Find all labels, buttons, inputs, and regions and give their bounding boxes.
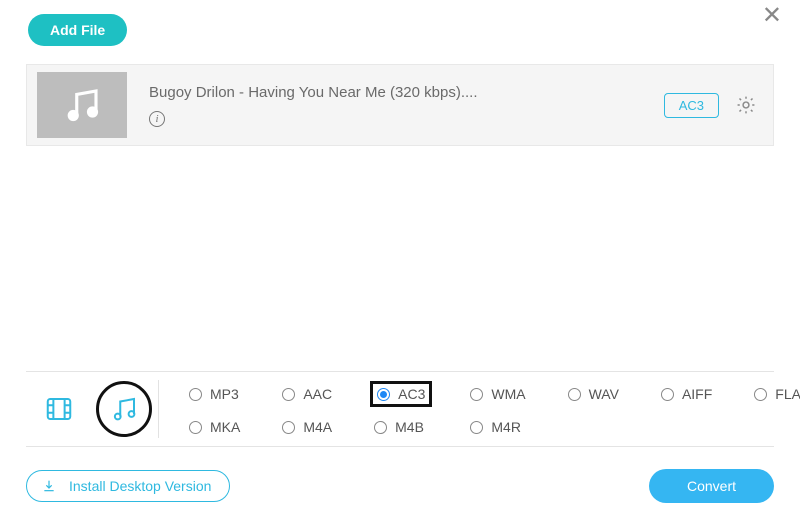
format-option-m4b[interactable]: M4B xyxy=(370,417,432,437)
file-thumbnail xyxy=(37,72,127,138)
format-label: AC3 xyxy=(398,386,425,402)
file-card: Bugoy Drilon - Having You Near Me (320 k… xyxy=(26,64,774,146)
install-desktop-button[interactable]: Install Desktop Version xyxy=(26,470,230,502)
format-option-aac[interactable]: AAC xyxy=(278,381,336,407)
mode-audio-icon[interactable] xyxy=(109,394,139,424)
format-label: AIFF xyxy=(682,386,712,402)
format-label: WAV xyxy=(589,386,619,402)
format-label: M4B xyxy=(395,419,424,435)
format-option-mka[interactable]: MKA xyxy=(185,417,244,437)
mode-video-icon[interactable] xyxy=(44,394,74,424)
format-label: M4A xyxy=(303,419,332,435)
info-icon[interactable]: i xyxy=(149,111,165,127)
music-icon xyxy=(61,84,103,126)
install-label: Install Desktop Version xyxy=(69,478,211,494)
close-icon[interactable]: ✕ xyxy=(762,4,782,28)
convert-button[interactable]: Convert xyxy=(649,469,774,503)
gear-icon[interactable] xyxy=(735,94,757,116)
format-label: MKA xyxy=(210,419,240,435)
format-label: FLAC xyxy=(775,386,800,402)
bottom-bar: Install Desktop Version Convert xyxy=(26,469,774,503)
file-format-badge[interactable]: AC3 xyxy=(664,93,719,118)
mode-audio-highlight xyxy=(96,381,152,437)
file-title: Bugoy Drilon - Having You Near Me (320 k… xyxy=(149,84,664,101)
format-option-wma[interactable]: WMA xyxy=(466,381,529,407)
format-option-aiff[interactable]: AIFF xyxy=(657,381,716,407)
format-label: AAC xyxy=(303,386,332,402)
format-option-m4r[interactable]: M4R xyxy=(466,417,529,437)
download-icon xyxy=(41,478,57,494)
file-actions: AC3 xyxy=(664,93,757,118)
format-grid: MP3 AAC AC3 WMA WAV AIFF FLAC MKA M4A M4… xyxy=(159,381,800,437)
format-label: WMA xyxy=(491,386,525,402)
format-option-wav[interactable]: WAV xyxy=(564,381,623,407)
format-label: M4R xyxy=(491,419,521,435)
format-bar: MP3 AAC AC3 WMA WAV AIFF FLAC MKA M4A M4… xyxy=(26,371,774,447)
format-option-ac3[interactable]: AC3 xyxy=(370,381,432,407)
format-option-mp3[interactable]: MP3 xyxy=(185,381,244,407)
format-option-flac[interactable]: FLAC xyxy=(750,381,800,407)
mode-tabs xyxy=(32,380,159,438)
file-meta: Bugoy Drilon - Having You Near Me (320 k… xyxy=(127,84,664,127)
format-label: MP3 xyxy=(210,386,239,402)
format-option-m4a[interactable]: M4A xyxy=(278,417,336,437)
add-file-button[interactable]: Add File xyxy=(28,14,127,46)
